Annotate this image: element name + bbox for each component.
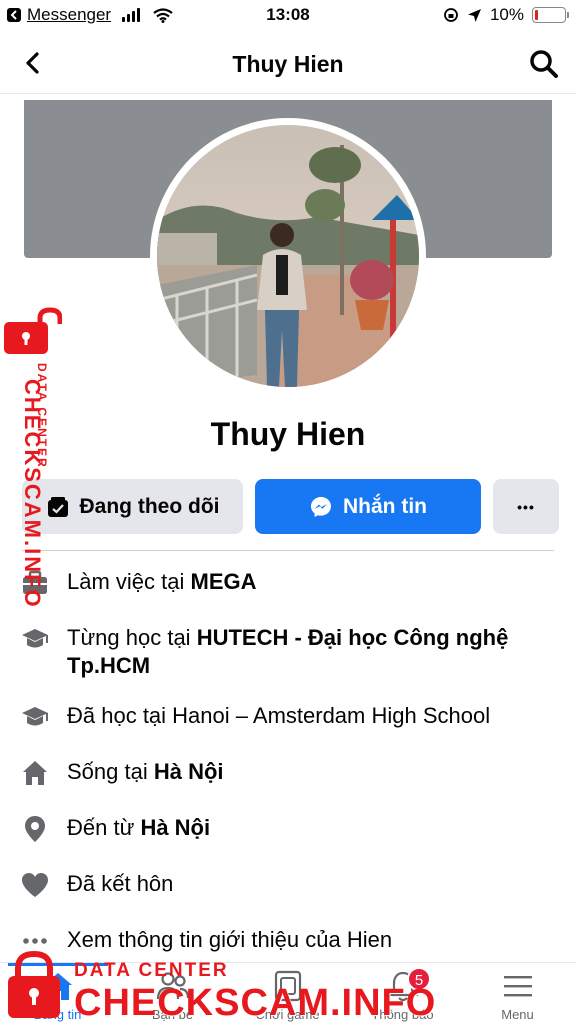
home-icon: [23, 761, 47, 785]
more-options-button[interactable]: •••: [493, 479, 559, 534]
padlock-logo-icon: [8, 950, 60, 1018]
location-arrow-icon: [467, 8, 481, 22]
more-dots-icon: •••: [517, 498, 535, 515]
watermark-bottom: DATA CENTER CHECKSCAM.INFO: [6, 948, 435, 1024]
battery-percent: 10%: [489, 5, 524, 24]
messenger-icon: [311, 496, 331, 517]
watermark-side: DATA CENTER CHECKSCAM.INFO: [4, 306, 64, 609]
following-label: Đang theo dõi: [79, 494, 220, 518]
navigation-bar: Thuy Hien: [0, 34, 576, 94]
detail-text: Đã kết hôn: [67, 871, 174, 896]
page-title: Thuy Hien: [232, 51, 344, 77]
message-button[interactable]: Nhắn tin: [255, 479, 481, 534]
search-icon[interactable]: [528, 48, 560, 80]
divider: [22, 550, 554, 551]
menu-icon: [504, 976, 532, 997]
watermark-brand: CHECKSCAM.INFO: [20, 379, 45, 609]
watermark-data-center: DATA CENTER: [74, 960, 229, 981]
message-label: Nhắn tin: [343, 494, 427, 518]
detail-text: Đến từ Hà Nội: [67, 815, 211, 840]
avatar-photo: [157, 125, 419, 387]
detail-text: Sống tại Hà Nội: [67, 759, 224, 784]
location-pin-icon: [25, 816, 45, 842]
detail-text: Từng học tại HUTECH - Đại học Công nghệ …: [67, 625, 509, 678]
profile-name: Thuy Hien: [210, 416, 366, 452]
battery-icon: [532, 7, 569, 23]
graduation-cap-icon: [22, 629, 48, 648]
status-right: 10%: [443, 5, 569, 25]
tab-menu[interactable]: Menu: [460, 963, 575, 1024]
status-bar: Messenger 13:08 10%: [0, 0, 576, 30]
battery-level: [535, 10, 538, 20]
watermark-brand: CHECKSCAM.INFO: [74, 982, 437, 1024]
tab-label: Menu: [501, 1007, 534, 1022]
detail-text: Đã học tại Hanoi – Amsterdam High School: [67, 703, 491, 728]
graduation-cap-icon: [22, 707, 48, 726]
padlock-logo-icon: [4, 307, 62, 354]
detail-text: Làm việc tại MEGA: [67, 569, 257, 594]
rotation-lock-icon: [444, 8, 458, 22]
profile-avatar[interactable]: [157, 125, 419, 387]
heart-icon: [22, 873, 48, 897]
